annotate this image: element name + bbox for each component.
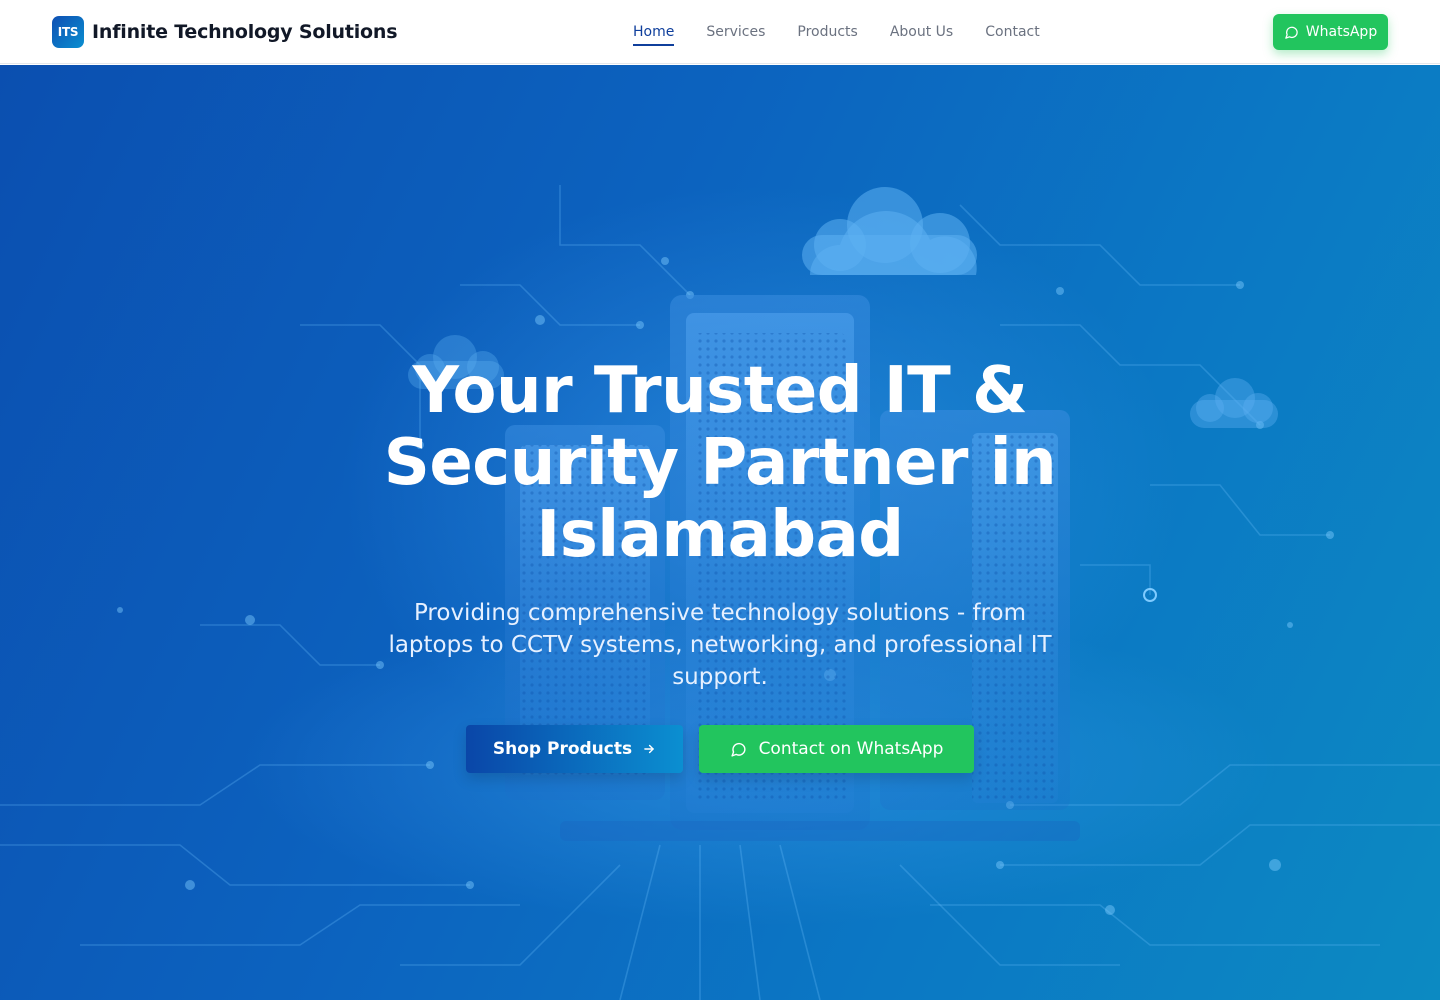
- logo-badge: ITS: [52, 16, 84, 48]
- contact-whatsapp-button[interactable]: Contact on WhatsApp: [699, 725, 974, 773]
- shop-products-button[interactable]: Shop Products: [466, 725, 683, 773]
- nav-about-us[interactable]: About Us: [890, 20, 953, 44]
- site-header: ITS Infinite Technology Solutions Home S…: [0, 0, 1440, 64]
- brand-name: Infinite Technology Solutions: [92, 21, 398, 43]
- brand[interactable]: ITS Infinite Technology Solutions: [52, 16, 398, 48]
- hero-section: Your Trusted IT & Security Partner in Is…: [0, 65, 1440, 1000]
- shop-products-label: Shop Products: [492, 739, 633, 759]
- arrow-right-icon: [644, 744, 654, 754]
- whatsapp-header-label: WhatsApp: [1305, 24, 1378, 40]
- nav-home[interactable]: Home: [633, 20, 675, 46]
- whatsapp-header-button[interactable]: WhatsApp: [1273, 14, 1388, 50]
- contact-whatsapp-label: Contact on WhatsApp: [758, 739, 944, 759]
- main-nav: Home Services Products About Us Contact: [633, 0, 1072, 64]
- hero-subtitle: Providing comprehensive technology solut…: [388, 600, 1052, 690]
- hero-title: Your Trusted IT & Security Partner in Is…: [383, 354, 1057, 572]
- chat-bubble-icon: [1285, 26, 1298, 39]
- hero-content: Your Trusted IT & Security Partner in Is…: [0, 65, 1440, 1000]
- nav-services[interactable]: Services: [706, 20, 765, 44]
- nav-contact[interactable]: Contact: [985, 20, 1039, 44]
- cta-row: Shop Products Contact on WhatsApp: [466, 725, 974, 773]
- chat-bubble-icon: [730, 742, 746, 757]
- nav-products[interactable]: Products: [797, 20, 857, 44]
